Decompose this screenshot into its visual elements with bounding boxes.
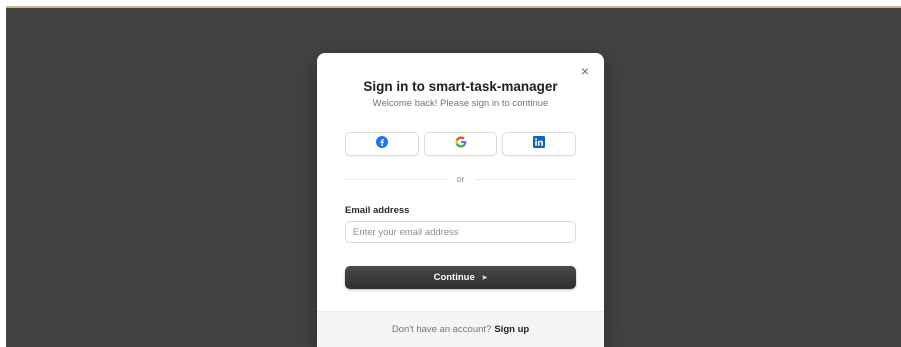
- signup-link[interactable]: Sign up: [494, 324, 529, 335]
- signup-prompt: Don't have an account?: [391, 324, 492, 335]
- google-icon: [455, 135, 467, 153]
- signup-footer: Don't have an account? Sign up: [317, 311, 604, 347]
- facebook-login-button[interactable]: [345, 132, 419, 156]
- linkedin-login-button[interactable]: [502, 132, 577, 156]
- linkedin-icon: [533, 135, 546, 153]
- facebook-icon: [375, 135, 388, 153]
- modal-subtitle: Welcome back! Please sign in to continue: [372, 98, 549, 109]
- divider-line-left: [345, 178, 447, 180]
- continue-button[interactable]: Continue ▶: [345, 266, 576, 289]
- or-divider: or: [345, 173, 577, 185]
- social-login-row: [345, 132, 577, 156]
- email-label: Email address: [345, 205, 410, 216]
- divider-line-right: [474, 178, 577, 180]
- continue-label: Continue: [433, 272, 475, 283]
- google-login-button[interactable]: [423, 132, 498, 156]
- divider-or-text: or: [456, 174, 465, 184]
- email-field[interactable]: [345, 221, 576, 243]
- sign-in-modal: × Sign in to smart-task-manager Welcome …: [317, 53, 604, 347]
- caret-right-icon: ▶: [482, 275, 488, 281]
- close-icon[interactable]: ×: [578, 64, 592, 78]
- modal-title: Sign in to smart-task-manager: [363, 79, 558, 94]
